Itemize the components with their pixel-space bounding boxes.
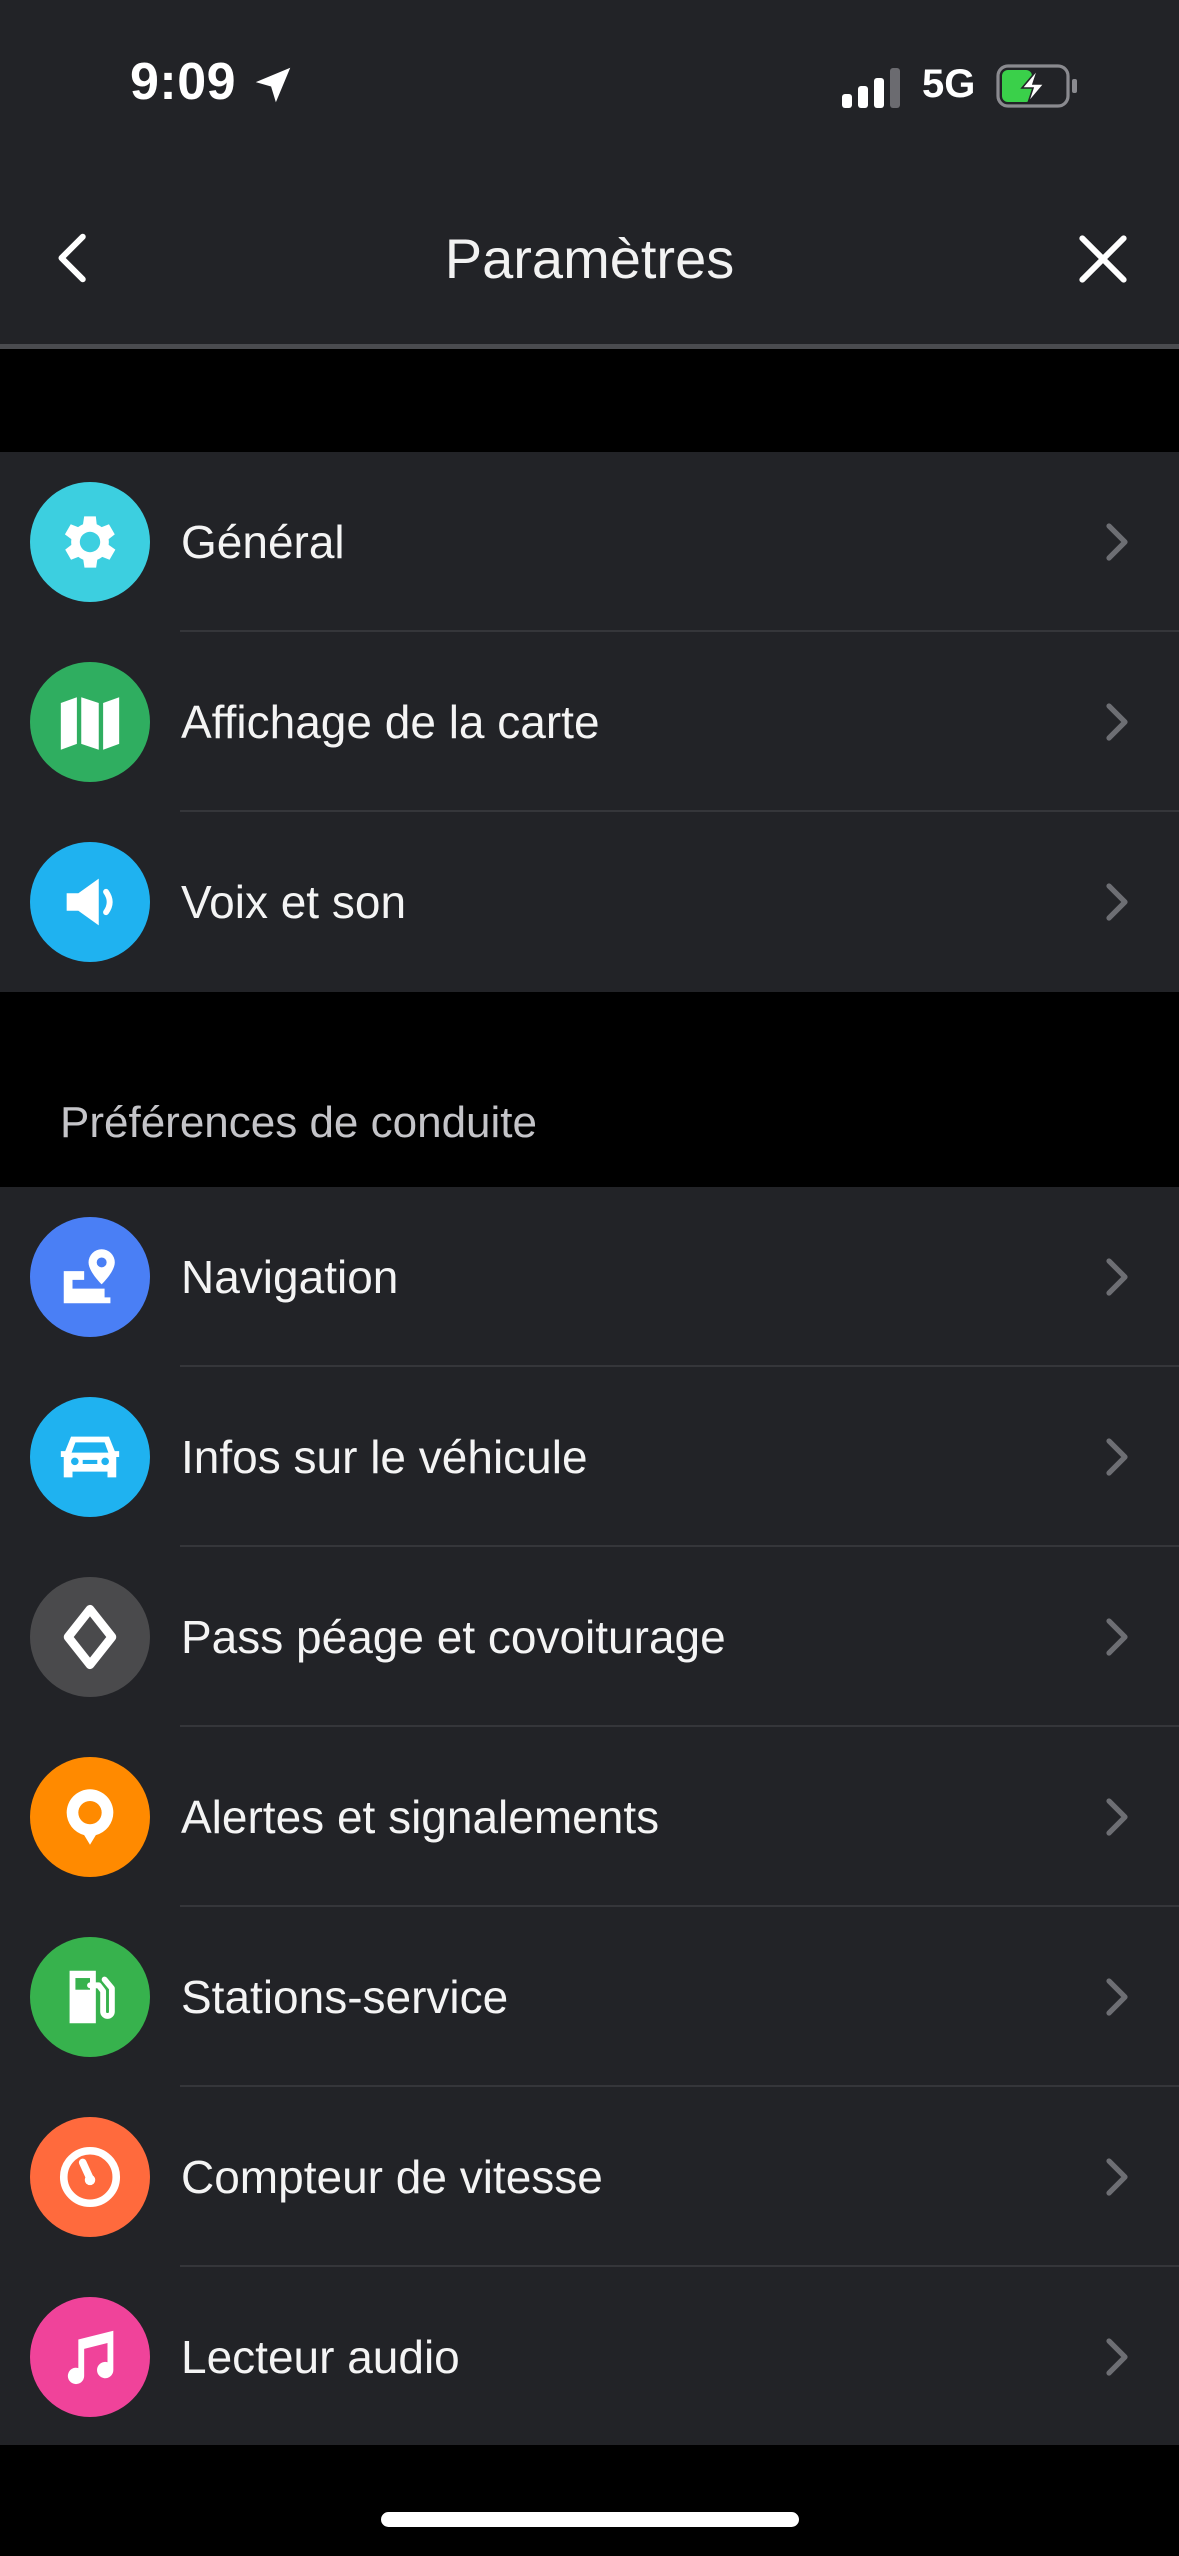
chevron-right-icon <box>1106 2338 1128 2376</box>
status-bar: 9:09 5G <box>0 0 1179 170</box>
navigation-map-pin-icon <box>63 1249 115 1304</box>
row-icon-badge <box>30 842 150 962</box>
navigation-header: Paramètres <box>0 180 1179 340</box>
music-note-icon <box>67 2330 114 2385</box>
row-icon-badge <box>30 662 150 782</box>
settings-group-driving: Navigation Infos sur le véhicule Pass pé… <box>0 1187 1179 2445</box>
location-arrow-icon <box>255 67 291 103</box>
speaker-icon <box>66 878 113 926</box>
close-icon[interactable] <box>1072 228 1134 290</box>
row-general[interactable]: Général <box>0 452 1179 632</box>
row-voice-sound[interactable]: Voix et son <box>0 812 1179 992</box>
row-label: Lecteur audio <box>181 2331 460 2383</box>
toll-diamond-icon <box>63 1604 117 1670</box>
section-header-driving-preferences: Préférences de conduite <box>60 1098 537 1147</box>
row-icon-badge <box>30 482 150 602</box>
row-alerts-reports[interactable]: Alertes et signalements <box>0 1727 1179 1907</box>
chevron-right-icon <box>1106 883 1128 921</box>
row-gas-stations[interactable]: Stations-service <box>0 1907 1179 2087</box>
chevron-right-icon <box>1106 1258 1128 1296</box>
row-vehicle-info[interactable]: Infos sur le véhicule <box>0 1367 1179 1547</box>
row-audio-player[interactable]: Lecteur audio <box>0 2267 1179 2447</box>
settings-screen: 9:09 5G Paramètres Général Affichage de … <box>0 0 1179 2556</box>
row-icon-badge <box>30 2117 150 2237</box>
chevron-right-icon <box>1106 1438 1128 1476</box>
chevron-right-icon <box>1106 1798 1128 1836</box>
chevron-right-icon <box>1106 1978 1128 2016</box>
status-time: 9:09 <box>130 53 237 111</box>
chevron-right-icon <box>1106 703 1128 741</box>
row-icon-badge <box>30 1937 150 2057</box>
row-icon-badge <box>30 2297 150 2417</box>
settings-group-general: Général Affichage de la carte Voix et so… <box>0 452 1179 992</box>
page-title: Paramètres <box>444 227 735 290</box>
row-speedometer[interactable]: Compteur de vitesse <box>0 2087 1179 2267</box>
row-navigation[interactable]: Navigation <box>0 1187 1179 1367</box>
row-label: Navigation <box>181 1251 399 1303</box>
network-type: 5G <box>922 62 976 106</box>
row-label: Affichage de la carte <box>181 696 600 748</box>
row-label: Voix et son <box>181 876 407 928</box>
row-label: Infos sur le véhicule <box>181 1431 588 1483</box>
home-indicator[interactable] <box>381 2512 799 2527</box>
row-icon-badge <box>30 1757 150 1877</box>
speedometer-icon <box>59 2146 121 2208</box>
battery-charging-icon <box>996 64 1077 108</box>
map-icon <box>60 697 120 750</box>
cellular-signal-icon <box>842 68 900 108</box>
gear-icon <box>64 516 116 568</box>
row-label: Général <box>181 516 345 568</box>
alert-pin-icon <box>66 1789 114 1845</box>
chevron-right-icon <box>1106 523 1128 561</box>
fuel-pump-icon <box>69 1970 115 2024</box>
row-map-display[interactable]: Affichage de la carte <box>0 632 1179 812</box>
chevron-right-icon <box>1106 2158 1128 2196</box>
top-panel: 9:09 5G Paramètres <box>0 0 1179 349</box>
row-icon-badge <box>30 1397 150 1517</box>
row-icon-badge <box>30 1577 150 1697</box>
header-divider <box>0 344 1179 349</box>
row-toll-pass-carpool[interactable]: Pass péage et covoiturage <box>0 1547 1179 1727</box>
row-label: Compteur de vitesse <box>181 2151 603 2203</box>
row-label: Stations-service <box>181 1971 509 2023</box>
row-icon-badge <box>30 1217 150 1337</box>
car-icon <box>60 1436 120 1478</box>
row-label: Alertes et signalements <box>181 1791 660 1843</box>
chevron-right-icon <box>1106 1618 1128 1656</box>
row-label: Pass péage et covoiturage <box>181 1611 726 1663</box>
